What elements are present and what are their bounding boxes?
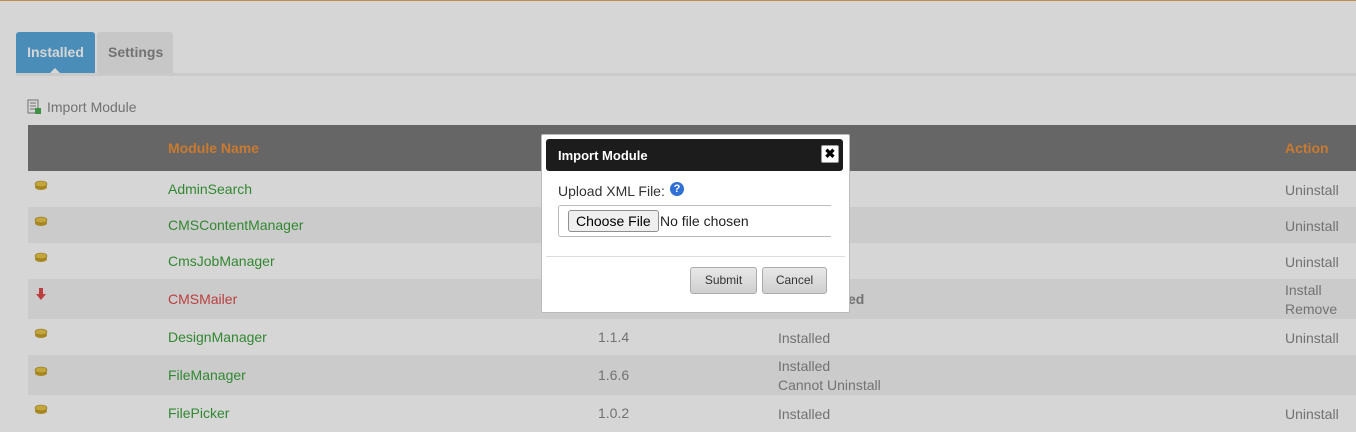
dialog-divider xyxy=(546,256,845,257)
dialog-title: Import Module xyxy=(558,148,648,163)
upload-xml-label: Upload XML File: xyxy=(558,183,665,199)
cancel-button[interactable]: Cancel xyxy=(762,267,827,294)
choose-file-button[interactable]: Choose File xyxy=(568,210,659,232)
file-input[interactable]: Choose File No file chosen xyxy=(558,205,831,237)
dialog-titlebar[interactable]: Import Module ✖ xyxy=(546,139,843,171)
submit-button[interactable]: Submit xyxy=(690,267,757,294)
help-icon[interactable]: ? xyxy=(670,182,684,196)
file-status-text: No file chosen xyxy=(660,213,749,229)
close-icon[interactable]: ✖ xyxy=(821,145,839,163)
import-module-dialog: Import Module ✖ Upload XML File: ? Choos… xyxy=(541,134,850,313)
